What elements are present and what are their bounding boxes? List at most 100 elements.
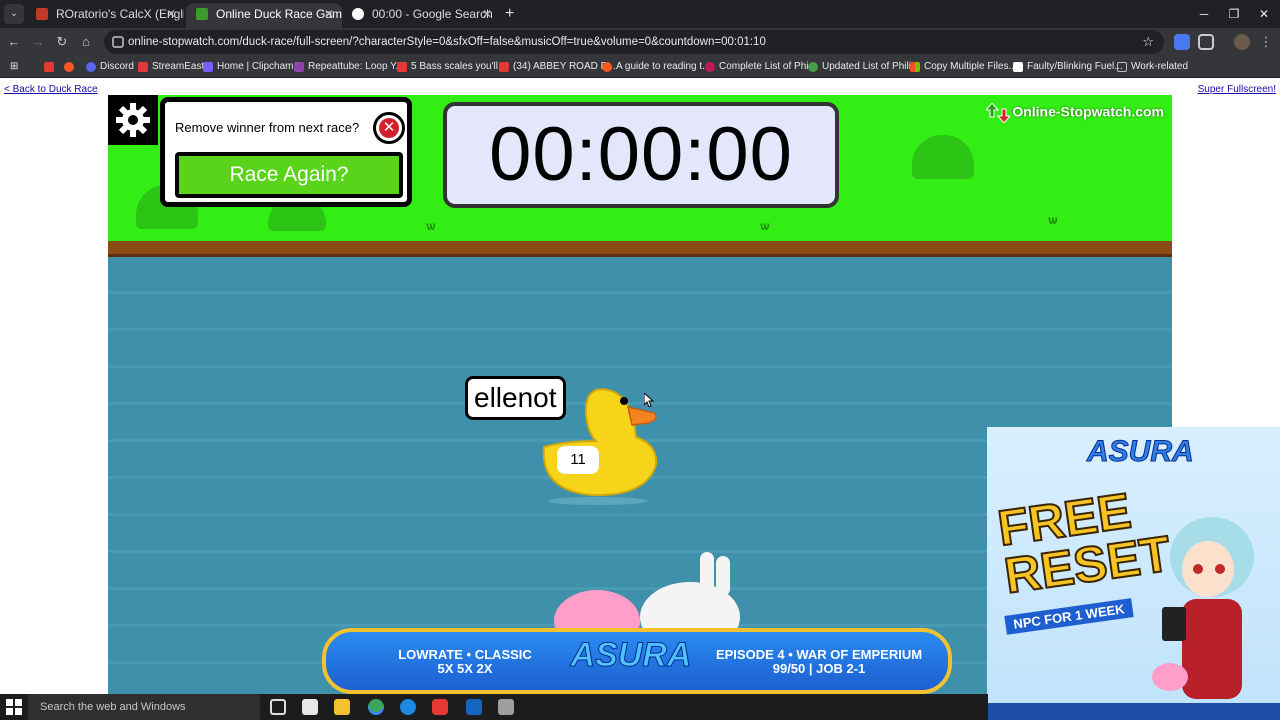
bookmark-folder-work[interactable]: Work-related xyxy=(1117,56,1188,78)
duck-name-bubble: ellenot xyxy=(465,376,566,420)
browser-toolbar: ← → ↻ ⌂ online-stopwatch.com/duck-race/f… xyxy=(0,28,1280,56)
edge-icon[interactable] xyxy=(400,699,416,715)
bookmark-label: Complete List of Phi... xyxy=(719,61,817,72)
calcx-favicon-icon xyxy=(36,8,48,20)
bookmark-reddit[interactable] xyxy=(64,56,78,78)
remove-winner-toggle[interactable]: ✕ xyxy=(373,112,405,144)
extensions-puzzle-icon[interactable] xyxy=(1198,34,1214,50)
tab-duck-race[interactable]: Online Duck Race Game ✕ xyxy=(186,3,342,28)
x-icon: ✕ xyxy=(379,118,399,138)
bookmark-repeattube[interactable]: Repeattube: Loop Y... xyxy=(294,56,404,78)
vivaldi-icon[interactable] xyxy=(432,699,448,715)
anime-character-image xyxy=(1152,517,1254,699)
address-bar[interactable]: online-stopwatch.com/duck-race/full-scre… xyxy=(104,30,1164,54)
grass-tuft: ѡ xyxy=(426,219,436,233)
windows-start-icon[interactable] xyxy=(6,699,22,715)
race-again-button[interactable]: Race Again? xyxy=(175,152,403,198)
bookmark-label: Copy Multiple Files... xyxy=(924,61,1017,72)
tab-title: ROratorio's CalcX (English Versi xyxy=(56,7,184,21)
discord-icon xyxy=(86,62,96,72)
tab-google-search[interactable]: 00:00 - Google Search ✕ xyxy=(342,3,500,28)
settings-button[interactable] xyxy=(108,95,158,145)
bookmark-label: (34) ABBEY ROAD B... xyxy=(513,61,616,72)
bookmark-abbey-road[interactable]: (34) ABBEY ROAD B... xyxy=(499,56,616,78)
ad-right-line2: 99/50 | JOB 2-1 xyxy=(772,661,866,676)
bookmark-clipchamp[interactable]: Home | Clipchamp xyxy=(203,56,299,78)
site-icon xyxy=(705,62,715,72)
app-icon[interactable] xyxy=(498,699,514,715)
document-icon xyxy=(1013,62,1023,72)
gear-icon xyxy=(116,103,150,137)
site-info-icon[interactable] xyxy=(112,36,124,48)
duck-favicon-icon xyxy=(196,8,208,20)
screen: ⌄ ROratorio's CalcX (English Versi ✕ Onl… xyxy=(0,0,1280,720)
bookmark-streameast[interactable]: StreamEast xyxy=(138,56,204,78)
bookmark-label: Updated List of Phili... xyxy=(822,61,920,72)
profile-avatar[interactable] xyxy=(1234,34,1250,50)
tab-search-icon[interactable]: ⌄ xyxy=(4,4,24,24)
clipchamp-icon xyxy=(203,62,213,72)
apps-grid-icon[interactable]: ⊞ xyxy=(10,56,22,78)
bookmark-complete-list[interactable]: Complete List of Phi... xyxy=(705,56,817,78)
repeattube-icon xyxy=(294,62,304,72)
asura-banner-ad[interactable]: LOWRATE • CLASSIC 5X 5X 2X ASURA EPISODE… xyxy=(322,628,952,694)
timer-display: 00:00:00 xyxy=(489,112,793,197)
new-tab-icon[interactable]: + xyxy=(505,3,514,25)
youtube-icon xyxy=(44,62,54,72)
ad-right-text: EPISODE 4 • WAR OF EMPERIUM 99/50 | JOB … xyxy=(704,648,934,676)
restore-icon[interactable]: ❐ xyxy=(1218,0,1250,28)
reddit-icon xyxy=(64,62,74,72)
ad-left-line2: 5X 5X 2X xyxy=(437,661,493,676)
bookmark-label: Work-related xyxy=(1131,61,1189,72)
taskbar-search[interactable]: Search the web and Windows xyxy=(28,694,260,720)
extension-link-icon[interactable] xyxy=(1174,34,1190,50)
up-down-arrows-icon xyxy=(986,103,1011,123)
store-icon[interactable] xyxy=(302,699,318,715)
bookmark-updated-list[interactable]: Updated List of Phili... xyxy=(808,56,919,78)
river-bank xyxy=(108,241,1172,257)
back-to-duck-race-link[interactable]: < Back to Duck Race xyxy=(4,84,98,95)
npc-subline: NPC FOR 1 WEEK xyxy=(1004,598,1134,635)
streameast-icon xyxy=(138,62,148,72)
bookmark-label: A guide to reading t... xyxy=(616,61,711,72)
bookmark-youtube[interactable] xyxy=(44,56,58,78)
close-tab-icon[interactable]: ✕ xyxy=(166,3,176,25)
menu-kebab-icon[interactable]: ⋮ xyxy=(1256,32,1276,52)
bookmarks-bar: ⊞ Discord StreamEast Home | Clipchamp Re… xyxy=(0,56,1280,78)
countdown-timer: 00:00:00 xyxy=(443,102,839,208)
asura-side-ad[interactable]: ASURA FREE RESET NPC FOR 1 WEEK xyxy=(987,427,1280,720)
task-view-icon[interactable] xyxy=(270,699,286,715)
reload-icon[interactable]: ↻ xyxy=(52,32,72,52)
chrome-icon[interactable] xyxy=(368,699,384,715)
bookmark-guide[interactable]: A guide to reading t... xyxy=(602,56,711,78)
bookmark-label: Discord xyxy=(100,61,134,72)
forward-arrow-icon[interactable]: → xyxy=(28,32,48,52)
grass-tuft: ѡ xyxy=(760,219,770,233)
bookmark-copy-files[interactable]: Copy Multiple Files... xyxy=(910,56,1017,78)
minimize-icon[interactable]: ─ xyxy=(1188,0,1220,28)
bookmark-label: Faulty/Blinking Fuel... xyxy=(1027,61,1123,72)
bookmark-label: Home | Clipchamp xyxy=(217,61,300,72)
bookmark-faulty-fuel[interactable]: Faulty/Blinking Fuel... xyxy=(1013,56,1123,78)
ie-icon[interactable] xyxy=(466,699,482,715)
tab-title: 00:00 - Google Search xyxy=(372,7,493,21)
bookmark-discord[interactable]: Discord xyxy=(86,56,134,78)
super-fullscreen-link[interactable]: Super Fullscreen! xyxy=(1198,84,1276,95)
asura-logo: ASURA xyxy=(570,636,692,675)
close-tab-icon[interactable]: ✕ xyxy=(482,3,492,25)
home-icon[interactable]: ⌂ xyxy=(76,32,96,52)
bookmark-label: 5 Bass scales you'll... xyxy=(411,61,507,72)
file-explorer-icon[interactable] xyxy=(334,699,350,715)
tab-calcx[interactable]: ROratorio's CalcX (English Versi ✕ xyxy=(26,3,184,28)
grass-tuft: ѡ xyxy=(1048,213,1058,227)
url-text[interactable]: online-stopwatch.com/duck-race/full-scre… xyxy=(128,30,766,54)
back-arrow-icon[interactable]: ← xyxy=(4,32,24,52)
race-options-panel: Remove winner from next race? ✕ Race Aga… xyxy=(160,97,412,207)
brand-logo[interactable]: Online-Stopwatch.com xyxy=(986,103,1164,123)
ad-right-line1: EPISODE 4 • WAR OF EMPERIUM xyxy=(715,647,923,662)
bookmark-star-icon[interactable]: ☆ xyxy=(1142,30,1154,54)
bookmark-bass-scales[interactable]: 5 Bass scales you'll... xyxy=(397,56,506,78)
close-window-icon[interactable]: ✕ xyxy=(1248,0,1280,28)
close-tab-icon[interactable]: ✕ xyxy=(324,3,334,25)
mouse-cursor-icon xyxy=(644,393,654,407)
